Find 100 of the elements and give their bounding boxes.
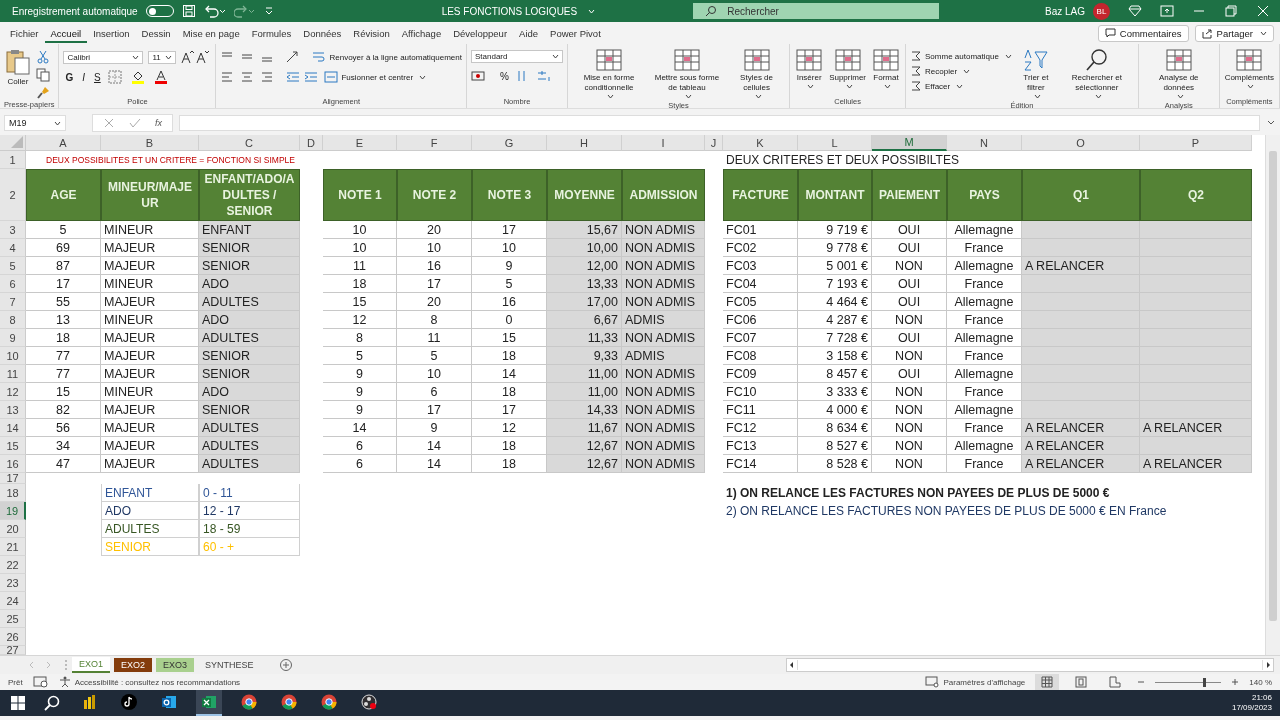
ribbon-tab[interactable]: Formules	[245, 23, 298, 43]
column-letter[interactable]: I	[622, 135, 705, 151]
column-letter[interactable]: A	[26, 135, 101, 151]
number-format-field[interactable]: Standard	[471, 50, 563, 63]
zoom-in-icon[interactable]	[1231, 678, 1240, 686]
row-number[interactable]: 14	[0, 419, 26, 437]
row-number[interactable]: 17	[0, 473, 26, 484]
check-icon[interactable]	[129, 117, 141, 129]
caret-icon[interactable]	[807, 84, 815, 89]
ribbon-tab[interactable]: Développeur	[447, 23, 514, 43]
column-letter[interactable]: P	[1140, 135, 1252, 151]
display-settings-button[interactable]: Paramètres d'affichage	[925, 676, 1026, 688]
macro-icon[interactable]	[32, 676, 49, 688]
row-number[interactable]: 8	[0, 311, 26, 329]
row-number[interactable]: 1	[0, 151, 26, 169]
format-toggle[interactable]: S	[92, 71, 103, 83]
scrollbar-thumb[interactable]	[1269, 151, 1277, 621]
formula-field[interactable]	[179, 115, 1260, 131]
row-number[interactable]: 11	[0, 365, 26, 383]
percent-button[interactable]: %	[498, 70, 511, 82]
row-number[interactable]: 25	[0, 610, 26, 628]
ribbon-button[interactable]: Mise en forme conditionnelle	[572, 46, 646, 101]
caret-icon[interactable]	[1247, 84, 1255, 89]
ribbon-button[interactable]: Mettre sous forme de tableau	[650, 46, 724, 101]
column-letter[interactable]: K	[723, 135, 798, 151]
caret-icon[interactable]	[419, 74, 427, 80]
ribbon-tab[interactable]: Affichage	[395, 23, 448, 43]
user-name[interactable]: Baz LAG	[1044, 5, 1085, 17]
ribbon-tab[interactable]: Insertion	[87, 23, 136, 43]
wrap-text-button[interactable]: Renvoyer à la ligne automatiquement	[312, 51, 462, 63]
ribbon-button[interactable]: Insérer	[794, 46, 825, 91]
sheet-tab[interactable]: EXO2	[114, 658, 153, 672]
row-number[interactable]: 3	[0, 221, 26, 239]
add-sheet-icon[interactable]	[278, 658, 293, 672]
row-number[interactable]: 5	[0, 257, 26, 275]
document-title[interactable]: LES FONCTIONS LOGIQUES	[441, 5, 578, 17]
ribbon-tab[interactable]: Fichier	[4, 23, 45, 43]
column-letter[interactable]: B	[101, 135, 199, 151]
row-number[interactable]: 26	[0, 628, 26, 646]
restore-icon[interactable]	[1224, 4, 1238, 18]
row-number[interactable]: 15	[0, 437, 26, 455]
caret-icon[interactable]	[963, 68, 971, 74]
caret-icon[interactable]	[607, 94, 614, 99]
share-button[interactable]: Partager	[1194, 24, 1274, 42]
row-number[interactable]: 22	[0, 556, 26, 574]
column-letter[interactable]: M	[872, 135, 947, 151]
ribbon-tab[interactable]: Aide	[513, 23, 545, 43]
edit-command[interactable]: Recopier	[910, 65, 1012, 77]
row-number[interactable]: 4	[0, 239, 26, 257]
sheet-tab[interactable]: SYNTHESE	[198, 658, 261, 672]
brush-icon[interactable]	[36, 86, 50, 100]
user-avatar[interactable]: BL	[1093, 2, 1110, 20]
row-number[interactable]: 2	[0, 169, 26, 221]
insert-function-button[interactable]: fx	[155, 118, 162, 128]
column-letter[interactable]: L	[798, 135, 872, 151]
ribbon-button[interactable]: Supprimer	[828, 46, 868, 91]
caret-icon[interactable]	[552, 54, 559, 59]
close-icon[interactable]	[1256, 4, 1270, 18]
caret-icon[interactable]	[54, 120, 61, 126]
ribbon-tab[interactable]: Power Pivot	[544, 23, 607, 43]
clock-time[interactable]: 21:06	[1251, 693, 1272, 703]
sheet-tab[interactable]: EXO1	[72, 657, 110, 673]
column-letter[interactable]: J	[705, 135, 723, 151]
row-number[interactable]: 21	[0, 538, 26, 556]
ribbon-button[interactable]: Compléments	[1223, 46, 1275, 91]
copy-icon[interactable]	[36, 68, 50, 82]
row-number[interactable]: 12	[0, 383, 26, 401]
accessibility-status[interactable]: Accessibilité : consultez nos recommandations	[58, 676, 241, 688]
caret-icon[interactable]	[754, 94, 762, 99]
font-field[interactable]: Calibri	[63, 50, 144, 64]
find-select-button[interactable]: Rechercher et sélectionner	[1059, 46, 1134, 101]
font-size-icon[interactable]	[181, 50, 212, 64]
zoom-level[interactable]: 140 %	[1249, 677, 1272, 687]
row-number[interactable]: 23	[0, 574, 26, 592]
format-toggle[interactable]: G	[63, 71, 76, 83]
ribbon-tab[interactable]: Accueil	[44, 23, 88, 43]
taskbar-app[interactable]	[196, 690, 222, 716]
column-letter[interactable]: D	[300, 135, 323, 151]
scissors-icon[interactable]	[36, 50, 50, 64]
ribbon-tab[interactable]: Données	[297, 23, 348, 43]
caret-icon[interactable]	[845, 84, 853, 89]
column-letter[interactable]: E	[323, 135, 397, 151]
row-number[interactable]: 24	[0, 592, 26, 610]
redo-icon[interactable]	[233, 4, 256, 18]
row-number[interactable]: 18	[0, 484, 26, 502]
paste-button[interactable]: Coller	[4, 46, 32, 89]
ribbon-button[interactable]: Format	[871, 46, 902, 91]
caret-icon[interactable]	[1033, 94, 1041, 99]
caret-icon[interactable]	[1094, 94, 1102, 99]
column-letter[interactable]: C	[199, 135, 300, 151]
row-number[interactable]: 7	[0, 293, 26, 311]
ribbon-tab[interactable]: Mise en page	[176, 23, 246, 43]
column-letter[interactable]: G	[472, 135, 547, 151]
caret-icon[interactable]	[1176, 94, 1184, 99]
row-number[interactable]: 19	[0, 502, 26, 520]
search-field[interactable]: Rechercher	[693, 3, 940, 19]
comments-button[interactable]: Commentaires	[1097, 24, 1189, 42]
edit-command[interactable]: Somme automatique	[910, 50, 1012, 62]
search-icon[interactable]	[44, 695, 60, 711]
row-number[interactable]: 6	[0, 275, 26, 293]
